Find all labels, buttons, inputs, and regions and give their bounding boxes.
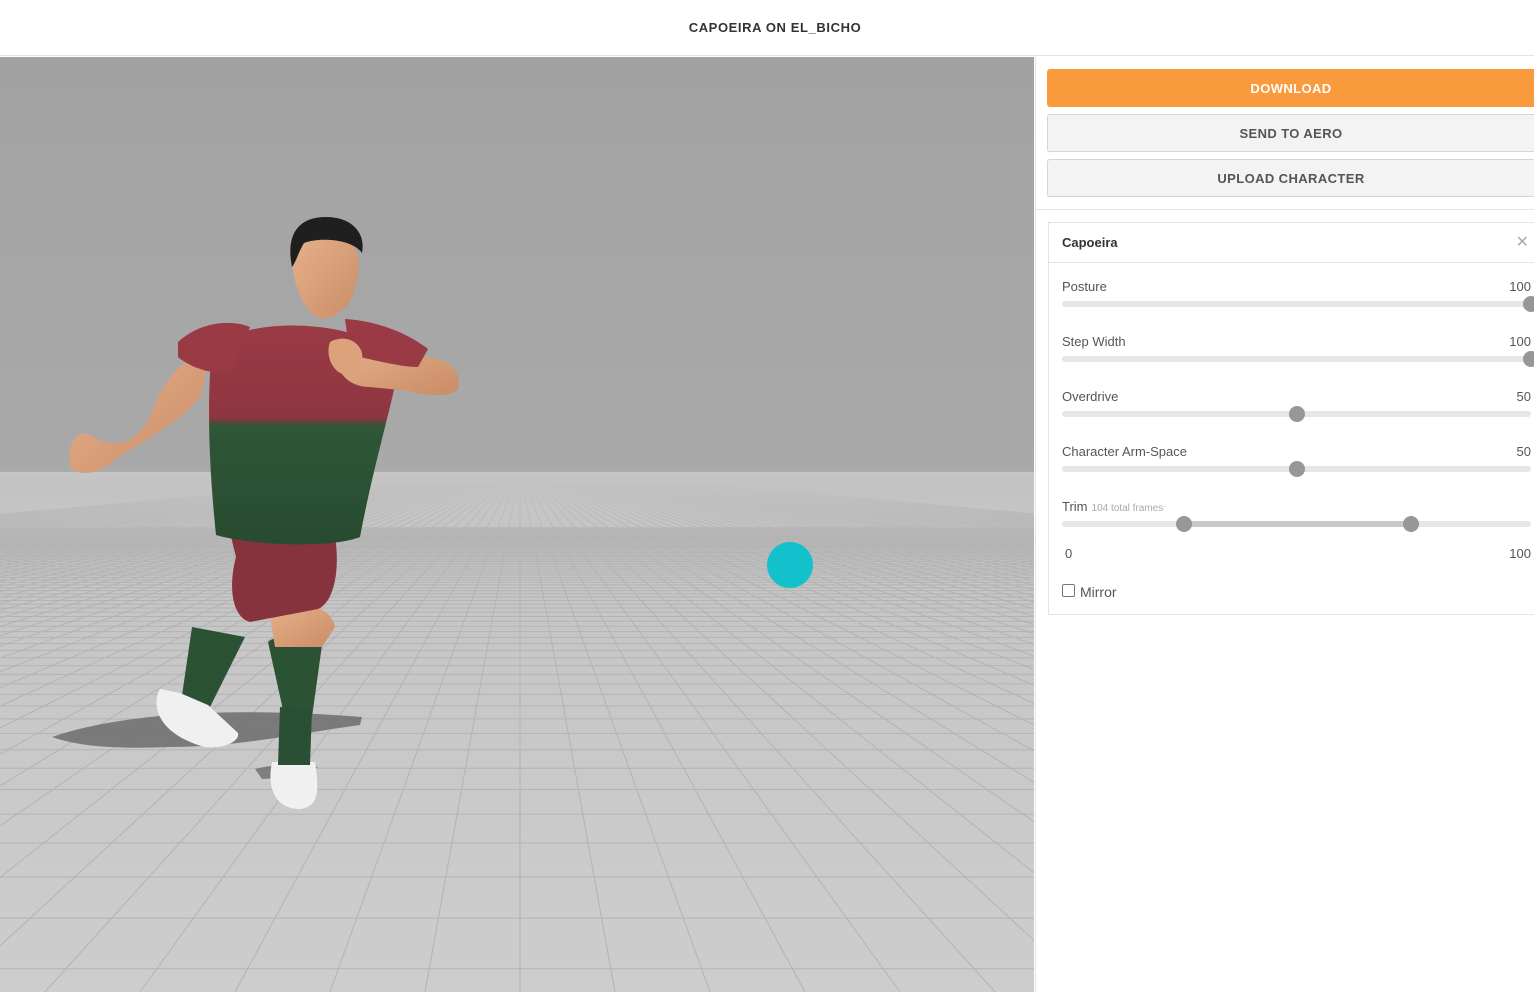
- mirror-checkbox[interactable]: [1062, 584, 1075, 597]
- trim-label: Trim 104 total frames: [1062, 499, 1163, 514]
- posture-slider-thumb[interactable]: [1523, 296, 1534, 312]
- posture-label: Posture: [1062, 279, 1107, 294]
- animation-settings-panel: Capoeira ✕ Posture 100 Step Width 100 Ov…: [1048, 222, 1534, 615]
- page-title: CAPOEIRA ON EL_BICHO: [688, 20, 862, 35]
- upload-character-button[interactable]: UPLOAD CHARACTER: [1047, 159, 1534, 197]
- mirror-option[interactable]: Mirror: [1062, 581, 1117, 600]
- download-button[interactable]: DOWNLOAD: [1047, 69, 1534, 107]
- target-marker[interactable]: [767, 542, 813, 588]
- panel-header: Capoeira ✕: [1049, 223, 1534, 263]
- trim-max-label: 100: [1509, 546, 1531, 561]
- arm-space-slider[interactable]: [1062, 461, 1531, 477]
- step-width-label: Step Width: [1062, 334, 1126, 349]
- trim-min-label: 0: [1065, 546, 1073, 561]
- overdrive-slider-thumb[interactable]: [1288, 406, 1305, 422]
- arm-space-value: 50: [1516, 444, 1531, 459]
- sidebar-divider: [1036, 209, 1534, 210]
- arm-space-label: Character Arm-Space: [1062, 444, 1187, 459]
- step-width-value: 100: [1509, 334, 1531, 349]
- trim-range-fill: [1183, 521, 1412, 527]
- mirror-label: Mirror: [1080, 584, 1117, 600]
- send-to-aero-button[interactable]: SEND TO AERO: [1047, 114, 1534, 152]
- step-width-slider[interactable]: [1062, 351, 1534, 367]
- scene-canvas: [0, 57, 1034, 992]
- horizon-fade: [0, 472, 1034, 542]
- step-width-slider-thumb[interactable]: [1523, 351, 1534, 367]
- posture-slider[interactable]: [1062, 296, 1534, 312]
- overdrive-slider[interactable]: [1062, 406, 1531, 422]
- trim-label-text: Trim: [1062, 499, 1088, 514]
- sidebar: DOWNLOAD SEND TO AERO UPLOAD CHARACTER C…: [1035, 57, 1534, 992]
- top-bar: CAPOEIRA ON EL_BICHO: [0, 0, 1534, 56]
- total-frames-label: 104 total frames: [1091, 503, 1164, 514]
- trim-range-slider[interactable]: [1062, 516, 1531, 532]
- close-icon[interactable]: ✕: [1516, 234, 1529, 251]
- arm-space-slider-thumb[interactable]: [1288, 461, 1305, 477]
- trim-end-thumb[interactable]: [1403, 516, 1420, 532]
- trim-start-thumb[interactable]: [1175, 516, 1192, 532]
- panel-title: Capoeira: [1062, 235, 1118, 250]
- overdrive-value: 50: [1516, 389, 1531, 404]
- 3d-viewport[interactable]: [0, 57, 1034, 992]
- posture-value: 100: [1509, 279, 1531, 294]
- overdrive-label: Overdrive: [1062, 389, 1119, 404]
